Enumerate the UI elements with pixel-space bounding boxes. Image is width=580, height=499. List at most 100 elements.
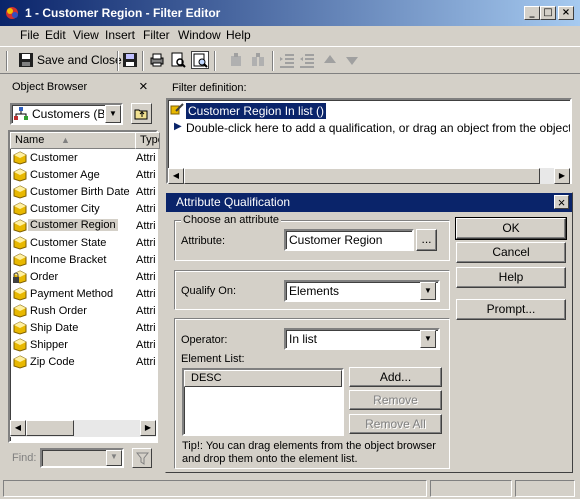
cancel-button[interactable]: Cancel bbox=[456, 242, 566, 263]
object-type: Attri bbox=[136, 152, 156, 164]
list-item[interactable]: Customer Age Attri bbox=[10, 167, 156, 184]
scroll-thumb[interactable] bbox=[26, 420, 74, 436]
list-item[interactable]: Zip Code Attri bbox=[10, 354, 156, 371]
filter-condition-icon bbox=[170, 103, 184, 115]
attribute-icon bbox=[13, 355, 27, 369]
menu-insert[interactable]: Insert bbox=[105, 28, 135, 42]
object-browser-close-icon[interactable]: × bbox=[139, 78, 148, 95]
object-type: Attri bbox=[136, 237, 156, 249]
object-name: Rush Order bbox=[30, 305, 87, 317]
group-icon[interactable] bbox=[228, 52, 244, 68]
attribute-icon bbox=[13, 202, 27, 216]
remove-all-button[interactable]: Remove All bbox=[349, 414, 442, 434]
scroll-left-icon[interactable]: ◀ bbox=[10, 420, 26, 436]
dialog-title: Attribute Qualification bbox=[176, 195, 291, 209]
list-item[interactable]: Customer Region Attri bbox=[10, 218, 156, 235]
remove-button[interactable]: Remove bbox=[349, 390, 442, 410]
menu-edit[interactable]: Edit bbox=[45, 28, 66, 42]
chevron-down-icon[interactable]: ▼ bbox=[105, 105, 121, 123]
qualify-on-select[interactable]: Elements ▼ bbox=[284, 280, 440, 302]
toolbar-grip bbox=[6, 51, 8, 71]
object-name: Zip Code bbox=[30, 356, 75, 368]
toolbar-separator bbox=[117, 51, 119, 71]
find-combo[interactable]: ▼ bbox=[40, 448, 124, 468]
horizontal-scrollbar[interactable]: ◀ ▶ bbox=[168, 168, 570, 184]
browse-attribute-button[interactable]: ... bbox=[416, 229, 437, 251]
object-list: Name ▲ Type Customer Attri Customer Age Att… bbox=[8, 130, 160, 443]
list-item[interactable]: Customer Birth Date Attri bbox=[10, 184, 156, 201]
folder-combo[interactable]: Customers (Bro ▼ bbox=[10, 103, 123, 125]
filter-definition-pane[interactable]: Customer Region In list () ▶ Double-clic… bbox=[166, 98, 572, 184]
scroll-right-icon[interactable]: ▶ bbox=[140, 420, 156, 436]
prompt-button[interactable]: Prompt... bbox=[456, 299, 566, 320]
save-disk-icon[interactable] bbox=[122, 52, 138, 68]
list-item[interactable]: Customer Attri bbox=[10, 150, 156, 167]
list-item[interactable]: Payment Method Attri bbox=[10, 286, 156, 303]
close-button[interactable]: × bbox=[558, 6, 574, 20]
outdent-icon[interactable] bbox=[299, 52, 315, 68]
view-sql-icon[interactable] bbox=[191, 51, 209, 69]
object-browser-title: Object Browser bbox=[12, 81, 88, 93]
list-item[interactable]: Customer State Attri bbox=[10, 235, 156, 252]
element-list[interactable]: DESC bbox=[182, 368, 344, 436]
find-filter-button[interactable] bbox=[132, 448, 152, 468]
object-name: Payment Method bbox=[30, 288, 114, 300]
find-label: Find: bbox=[12, 452, 37, 464]
attribute-icon bbox=[13, 253, 27, 267]
move-down-icon[interactable] bbox=[344, 52, 360, 68]
menu-view[interactable]: View bbox=[73, 28, 99, 42]
attribute-field[interactable]: Customer Region bbox=[284, 229, 414, 251]
column-header-type[interactable]: Type bbox=[135, 132, 160, 149]
add-button[interactable]: Add... bbox=[349, 367, 442, 387]
minimize-icon: _ bbox=[529, 7, 535, 18]
chevron-down-icon[interactable]: ▼ bbox=[420, 330, 436, 348]
attribute-label: Attribute: bbox=[181, 235, 226, 247]
list-item[interactable]: Order Attri bbox=[10, 269, 156, 286]
move-up-icon[interactable] bbox=[322, 52, 338, 68]
object-type: Attri bbox=[136, 203, 156, 215]
filter-hint[interactable]: Double-click here to add a qualification… bbox=[186, 121, 570, 135]
menu-file[interactable]: File bbox=[20, 28, 39, 42]
print-icon[interactable] bbox=[149, 52, 165, 68]
horizontal-scrollbar[interactable]: ◀ ▶ bbox=[10, 420, 156, 437]
save-icon[interactable] bbox=[18, 52, 34, 68]
menu-window[interactable]: Window bbox=[178, 28, 221, 42]
list-item[interactable]: Rush Order Attri bbox=[10, 303, 156, 320]
object-browser-header: Object Browser × bbox=[8, 78, 157, 98]
save-and-close-button[interactable]: Save and Close bbox=[37, 53, 122, 67]
parent-folder-button[interactable] bbox=[131, 103, 152, 124]
object-name: Shipper bbox=[30, 339, 68, 351]
ungroup-icon[interactable] bbox=[250, 52, 266, 68]
object-type: Attri bbox=[136, 322, 156, 334]
object-type: Attri bbox=[136, 305, 156, 317]
minimize-button[interactable]: _ bbox=[524, 6, 540, 20]
scroll-right-icon[interactable]: ▶ bbox=[554, 168, 570, 184]
object-name: Order bbox=[30, 271, 59, 283]
list-item[interactable]: Customer City Attri bbox=[10, 201, 156, 218]
help-button[interactable]: Help bbox=[456, 267, 566, 288]
menu-filter[interactable]: Filter bbox=[143, 28, 170, 42]
ok-button[interactable]: OK bbox=[455, 217, 567, 240]
object-name: Customer bbox=[30, 152, 78, 164]
app-icon bbox=[6, 7, 18, 19]
list-item[interactable]: Shipper Attri bbox=[10, 337, 156, 354]
list-item[interactable]: Ship Date Attri bbox=[10, 320, 156, 337]
attribute-icon bbox=[13, 168, 27, 182]
column-header-name[interactable]: Name ▲ bbox=[10, 132, 136, 149]
indent-icon[interactable] bbox=[279, 52, 295, 68]
operator-select[interactable]: In list ▼ bbox=[284, 328, 440, 350]
triangle-right-icon: ▶ bbox=[174, 121, 182, 132]
attribute-icon bbox=[13, 321, 27, 335]
dialog-close-button[interactable]: × bbox=[554, 195, 569, 209]
object-name: Ship Date bbox=[30, 322, 79, 334]
chevron-down-icon[interactable]: ▼ bbox=[420, 282, 436, 300]
scroll-left-icon[interactable]: ◀ bbox=[168, 168, 184, 184]
list-item[interactable]: Income Bracket Attri bbox=[10, 252, 156, 269]
menu-help[interactable]: Help bbox=[226, 28, 251, 42]
chevron-down-icon[interactable]: ▼ bbox=[106, 450, 122, 466]
print-preview-icon[interactable] bbox=[170, 52, 186, 68]
maximize-button[interactable]: □ bbox=[540, 6, 556, 20]
filter-condition[interactable]: Customer Region In list () bbox=[186, 103, 327, 119]
element-list-header: DESC bbox=[184, 370, 342, 387]
scroll-thumb[interactable] bbox=[184, 168, 540, 184]
